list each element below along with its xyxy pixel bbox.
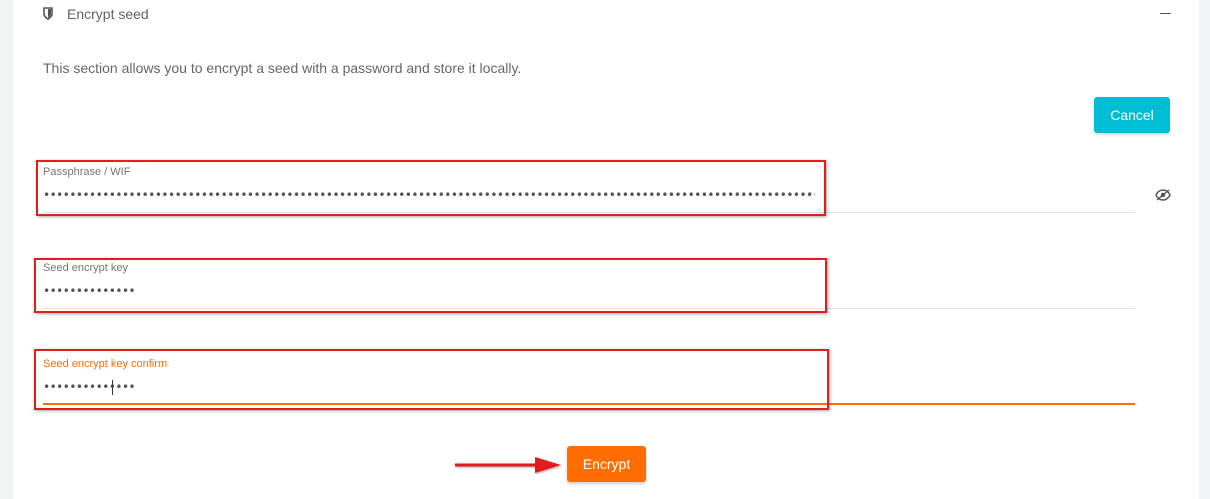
eye-slash-icon[interactable] bbox=[1155, 189, 1171, 201]
encrypt-button[interactable]: Encrypt bbox=[567, 446, 646, 482]
collapse-icon[interactable] bbox=[1160, 13, 1171, 14]
seed-key-highlight bbox=[34, 258, 827, 313]
section-title[interactable]: Encrypt seed bbox=[67, 6, 149, 22]
arrow-annotation bbox=[455, 457, 561, 473]
cancel-button[interactable]: Cancel bbox=[1094, 97, 1170, 133]
shield-icon bbox=[43, 7, 53, 20]
section-description: This section allows you to encrypt a see… bbox=[43, 60, 522, 76]
passphrase-highlight bbox=[36, 160, 826, 216]
seed-key-confirm-highlight bbox=[34, 349, 829, 410]
